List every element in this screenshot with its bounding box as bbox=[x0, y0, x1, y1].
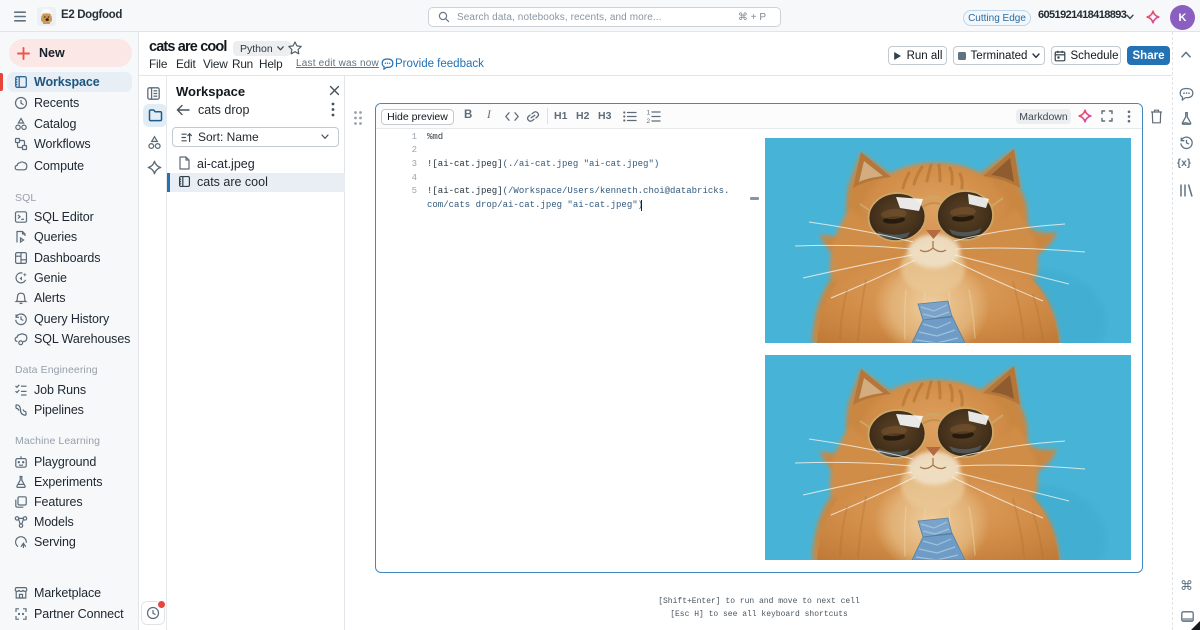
svg-text:1: 1 bbox=[647, 110, 651, 117]
svg-text:2: 2 bbox=[647, 118, 651, 123]
